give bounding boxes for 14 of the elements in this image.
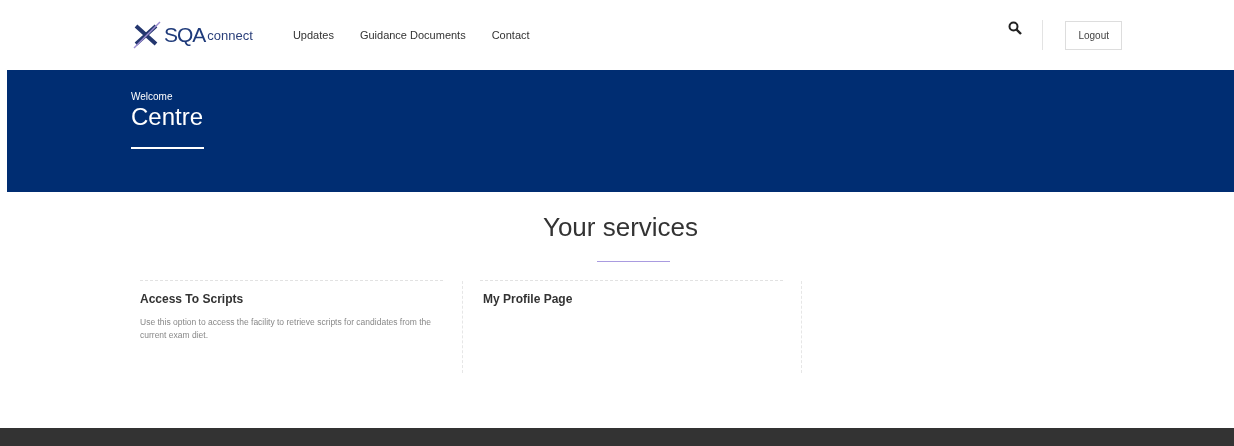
card-description: Use this option to access the facility to retrieve scripts for candidates from the current exam diet.: [140, 316, 433, 342]
card-title[interactable]: My Profile Page: [483, 292, 801, 306]
nav-link[interactable]: Contact: [491, 29, 530, 41]
logo-product: connect: [207, 27, 253, 43]
nav-link[interactable]: Guidance Documents: [359, 29, 466, 41]
card-title[interactable]: Access To Scripts: [140, 292, 462, 306]
banner-title: Centre: [131, 103, 205, 131]
nav-link[interactable]: Updates: [292, 29, 334, 41]
logo-brand: SQA: [164, 23, 206, 47]
logout-button[interactable]: Logout: [1065, 20, 1122, 50]
logo-icon: [132, 20, 162, 50]
section-heading: Your services: [541, 212, 700, 243]
search-icon[interactable]: [1008, 21, 1023, 35]
welcome-label: Welcome: [131, 91, 174, 102]
